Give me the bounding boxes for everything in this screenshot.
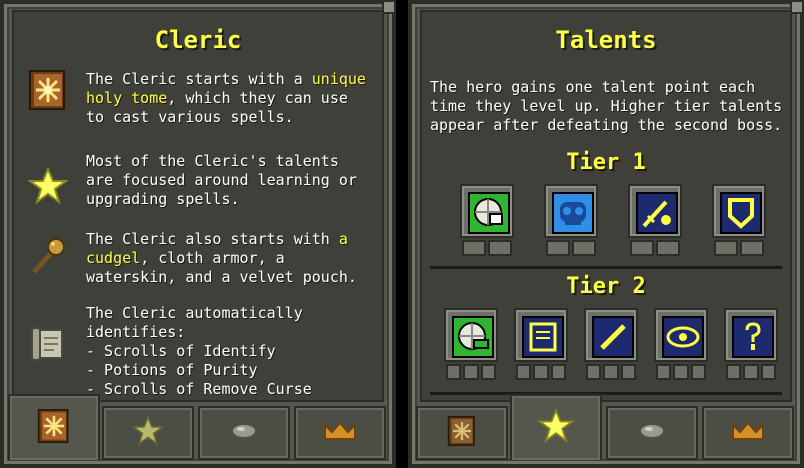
talent-slot[interactable] (444, 308, 498, 380)
food-sense-icon (468, 192, 510, 234)
tier-2-label: Tier 2 (566, 274, 646, 299)
hero-info-content: Cleric The Cleric starts with a unique h… (12, 10, 384, 402)
talent-slot[interactable] (514, 308, 568, 380)
star-icon (26, 166, 70, 206)
food-heal-icon (452, 316, 494, 358)
panel-corner-ornament (790, 0, 804, 14)
tab-talents[interactable] (510, 394, 602, 460)
talent-points (630, 240, 680, 256)
talent-slot[interactable] (584, 308, 638, 380)
holy-tome-icon (447, 416, 477, 450)
talent-points (586, 364, 636, 380)
info-entry-text: The Cleric starts with a unique holy tom… (86, 70, 366, 126)
talent-points (714, 240, 764, 256)
info-tab-bar (8, 394, 388, 460)
gem-icon (230, 421, 258, 445)
tier-divider (430, 266, 782, 269)
talent-points (516, 364, 566, 380)
question-key-icon (732, 316, 774, 358)
talent-slot[interactable] (724, 308, 778, 380)
talents-content: Talents The hero gains one talent point … (420, 10, 792, 402)
talent-slot[interactable] (460, 184, 514, 256)
tier-1-label: Tier 1 (566, 150, 646, 175)
talent-slot[interactable] (712, 184, 766, 256)
talent-slot[interactable] (544, 184, 598, 256)
tab-hero-info[interactable] (8, 394, 100, 460)
skull-icon (552, 192, 594, 234)
talent-points (656, 364, 706, 380)
panel-corner-ornament (382, 0, 396, 14)
info-entry-text: Most of the Cleric's talents are focused… (86, 152, 357, 208)
wand-icon (592, 316, 634, 358)
scroll-talent-icon (522, 316, 564, 358)
tab-armor-ability[interactable] (294, 406, 386, 460)
scroll-icon (28, 324, 68, 364)
talent-points (546, 240, 596, 256)
tab-armor-ability[interactable] (702, 406, 794, 460)
talent-points (462, 240, 512, 256)
crown-icon (323, 421, 357, 445)
eye-icon (662, 316, 704, 358)
talent-slot[interactable] (654, 308, 708, 380)
tab-hero-info[interactable] (416, 406, 508, 460)
cudgel-icon (28, 236, 68, 276)
cudgel-strike-icon (636, 192, 678, 234)
star-icon (537, 408, 575, 448)
talents-intro-text: The hero gains one talent point each tim… (430, 78, 783, 134)
info-entry-text: The Cleric also starts with a cudgel, cl… (86, 230, 357, 286)
tab-subclass[interactable] (198, 406, 290, 460)
crown-icon (731, 421, 765, 445)
holy-tome-icon (28, 70, 68, 110)
panel-title: Talents (555, 26, 657, 54)
info-tab-bar (416, 394, 796, 460)
hero-info-panel: Cleric The Cleric starts with a unique h… (0, 0, 396, 468)
star-icon (131, 415, 165, 451)
tab-talents[interactable] (102, 406, 194, 460)
talent-points (726, 364, 776, 380)
holy-tome-icon (37, 409, 71, 447)
talent-slot[interactable] (628, 184, 682, 256)
panel-title: Cleric (154, 26, 242, 54)
info-entry-text: The Cleric automatically identifies: - S… (86, 304, 312, 398)
gem-icon (638, 421, 666, 445)
talent-points (446, 364, 496, 380)
shield-icon (720, 192, 762, 234)
tab-subclass[interactable] (606, 406, 698, 460)
talents-panel: Talents The hero gains one talent point … (408, 0, 804, 468)
